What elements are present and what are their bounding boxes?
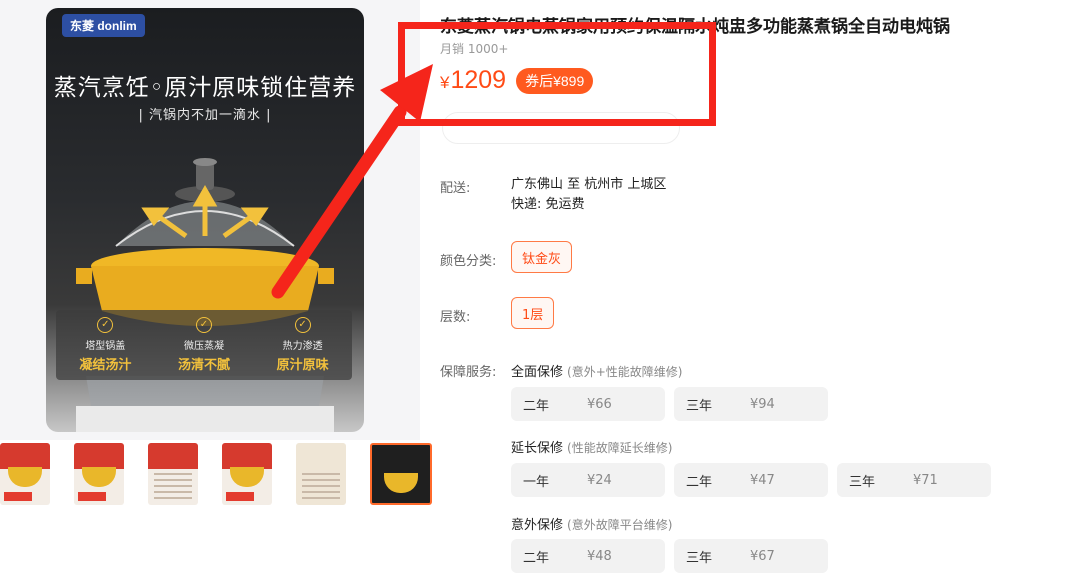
service-group-full: 全面保修 (意外+性能故障维修): [511, 361, 682, 380]
service-group-name: 全面保修: [511, 365, 564, 380]
layers-option-1[interactable]: 1层: [511, 297, 555, 329]
feature-band: ✓ 塔型锅盖 凝结汤汁 ✓ 微压蒸凝 汤清不腻 ✓ 热力渗透 原汁原味: [56, 310, 352, 380]
shipping-fee: 快递: 免运费: [511, 197, 585, 212]
feature-caption: 热力渗透: [282, 341, 323, 352]
thumbnail-strip: [0, 443, 432, 507]
plan-extended-3y[interactable]: 三年 ¥71: [837, 463, 991, 497]
color-label: 颜色分类:: [440, 254, 497, 269]
service-group-name: 意外保修: [511, 518, 564, 533]
thumbnail-3[interactable]: [148, 443, 198, 505]
steam-pot-illustration: [76, 158, 334, 432]
service-group-note: (意外故障平台维修): [567, 518, 673, 532]
plan-price: ¥67: [750, 548, 775, 564]
delivery-route[interactable]: 广东佛山 至 杭州市 上城区: [511, 175, 666, 195]
layers-label: 层数:: [440, 310, 471, 325]
plan-term: 二年: [686, 474, 713, 490]
check-icon: ✓: [97, 317, 114, 333]
plan-price: ¥66: [587, 396, 612, 412]
feature-caption: 塔型锅盖: [85, 341, 126, 352]
service-group-note: (意外+性能故障维修): [567, 365, 683, 379]
plan-extended-2y[interactable]: 二年 ¥47: [674, 463, 828, 497]
plan-full-3y[interactable]: 三年 ¥94: [674, 387, 828, 421]
thumbnail-4[interactable]: [222, 443, 272, 505]
check-icon: ✓: [294, 317, 311, 333]
feature-item: ✓ 热力渗透 原汁原味: [254, 317, 352, 373]
plan-term: 一年: [523, 474, 550, 490]
annotation-highlight-box: [398, 22, 716, 126]
service-group-note: (性能故障延长维修): [567, 441, 673, 455]
plan-full-2y[interactable]: 二年 ¥66: [511, 387, 665, 421]
service-label: 保障服务:: [440, 365, 497, 380]
feature-caption: 微压蒸凝: [183, 341, 224, 352]
brand-logo: 东菱 donlim: [62, 14, 145, 37]
check-icon: ✓: [195, 317, 212, 333]
service-group-extended: 延长保修 (性能故障延长维修): [511, 437, 672, 456]
feature-title: 原汁原味: [276, 358, 329, 373]
plan-term: 二年: [523, 398, 550, 414]
plan-term: 三年: [686, 550, 713, 566]
service-group-name: 延长保修: [511, 441, 564, 456]
plan-price: ¥94: [750, 396, 775, 412]
image-subhead: | 汽锅内不加一滴水 |: [138, 108, 272, 123]
plan-accident-3y[interactable]: 三年 ¥67: [674, 539, 828, 573]
plan-term: 三年: [849, 474, 876, 490]
delivery-info: 广东佛山 至 杭州市 上城区 快递: 免运费: [511, 175, 666, 215]
feature-item: ✓ 塔型锅盖 凝结汤汁: [56, 317, 154, 373]
plan-term: 三年: [686, 398, 713, 414]
thumbnail-1[interactable]: [0, 443, 50, 505]
thumbnail-6-active[interactable]: [370, 443, 432, 505]
plan-extended-1y[interactable]: 一年 ¥24: [511, 463, 665, 497]
service-group-accident: 意外保修 (意外故障平台维修): [511, 514, 672, 533]
image-headline: 蒸汽烹饪◦原汁原味锁住营养: [53, 75, 357, 101]
delivery-label: 配送:: [440, 181, 471, 196]
feature-title: 汤清不腻: [177, 358, 230, 373]
main-product-image[interactable]: 东菱 donlim 蒸汽烹饪◦原汁原味锁住营养 | 汽锅内不加一滴水 | ✓ 塔…: [46, 8, 364, 432]
plan-price: ¥71: [913, 472, 938, 488]
color-option-titanium-gray[interactable]: 钛金灰: [511, 241, 573, 273]
plan-price: ¥47: [750, 472, 775, 488]
feature-item: ✓ 微压蒸凝 汤清不腻: [155, 317, 253, 373]
feature-title: 凝结汤汁: [79, 358, 132, 373]
thumbnail-2[interactable]: [74, 443, 124, 505]
plan-accident-2y[interactable]: 二年 ¥48: [511, 539, 665, 573]
plan-term: 二年: [523, 550, 550, 566]
plan-price: ¥24: [587, 472, 612, 488]
plan-price: ¥48: [587, 548, 612, 564]
thumbnail-5[interactable]: [296, 443, 346, 505]
